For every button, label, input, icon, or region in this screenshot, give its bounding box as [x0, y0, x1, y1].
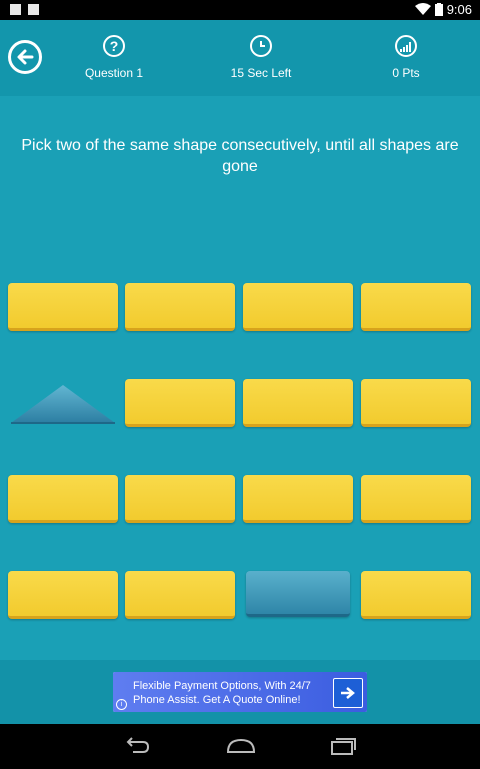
clock-time: 9:06: [446, 2, 472, 17]
arrow-right-icon: [341, 687, 355, 699]
home-nav-icon[interactable]: [226, 734, 256, 756]
rectangle-shape-tile[interactable]: [246, 571, 350, 617]
hidden-tile[interactable]: [243, 475, 353, 523]
instructions-text: Pick two of the same shape consecutively…: [21, 137, 459, 175]
status-bar: 9:06: [0, 0, 480, 20]
hidden-tile[interactable]: [361, 283, 471, 331]
battery-icon: [434, 3, 443, 16]
ad-info-icon[interactable]: i: [116, 699, 127, 710]
question-stat: ? Question 1: [59, 35, 169, 80]
ad-area: Flexible Payment Options, With 24/7 Phon…: [0, 660, 480, 724]
hidden-tile[interactable]: [243, 283, 353, 331]
ad-text: Flexible Payment Options, With 24/7 Phon…: [133, 680, 311, 706]
points-stat: 0 Pts: [351, 35, 461, 80]
notification-icon: [10, 4, 21, 15]
back-button[interactable]: [8, 40, 42, 74]
hidden-tile[interactable]: [8, 571, 118, 619]
question-circle-icon: ?: [103, 35, 125, 57]
recents-nav-icon[interactable]: [328, 734, 358, 756]
hidden-tile[interactable]: [8, 283, 118, 331]
hidden-tile[interactable]: [361, 379, 471, 427]
triangle-shape-tile[interactable]: [8, 379, 118, 427]
hidden-tile[interactable]: [361, 571, 471, 619]
hidden-tile[interactable]: [125, 475, 235, 523]
back-nav-icon[interactable]: [123, 734, 151, 756]
hidden-tile[interactable]: [8, 475, 118, 523]
ad-banner[interactable]: Flexible Payment Options, With 24/7 Phon…: [113, 672, 367, 712]
hidden-tile[interactable]: [125, 283, 235, 331]
wifi-icon: [414, 3, 431, 15]
navigation-bar: [0, 724, 480, 769]
arrow-left-icon: [17, 49, 34, 65]
hidden-tile[interactable]: [125, 379, 235, 427]
game-header: ? Question 1 15 Sec Left 0 Pts: [0, 20, 480, 96]
triangle-shape: [11, 385, 115, 424]
hidden-tile[interactable]: [243, 379, 353, 427]
question-label: Question 1: [84, 66, 144, 80]
hidden-tile[interactable]: [361, 475, 471, 523]
time-left-label: 15 Sec Left: [230, 66, 292, 80]
hidden-tile[interactable]: [125, 571, 235, 619]
ad-arrow-button[interactable]: [333, 678, 363, 708]
notification-icon: [28, 4, 39, 15]
points-label: 0 Pts: [392, 66, 420, 80]
clock-icon: [250, 35, 272, 57]
time-stat: 15 Sec Left: [206, 35, 316, 80]
signal-bars-icon: [395, 35, 417, 57]
